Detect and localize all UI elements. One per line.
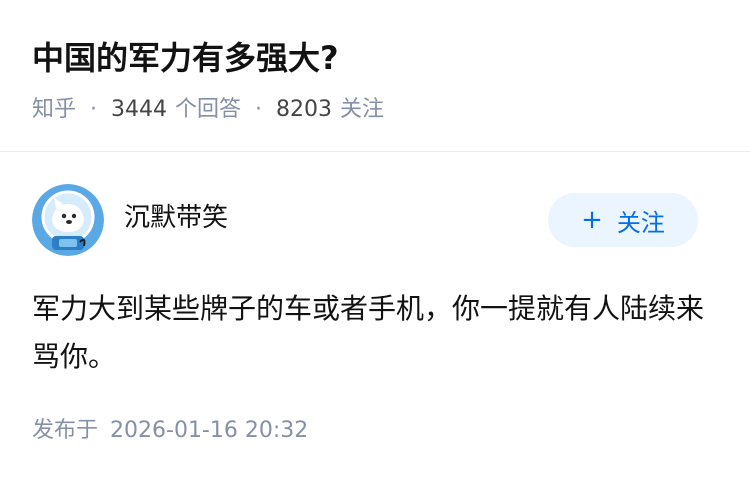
astronaut-avatar-icon xyxy=(32,184,104,256)
follower-count: 8203 xyxy=(276,97,333,122)
divider xyxy=(0,151,750,152)
follow-button[interactable]: + 关注 xyxy=(548,193,698,247)
question-title[interactable]: 中国的军力有多强大? xyxy=(32,36,339,80)
question-header: 中国的军力有多强大? 知乎 · 3444 个回答 · 8203 关注 xyxy=(0,0,750,152)
plus-icon: + xyxy=(581,205,603,235)
meta-separator: · xyxy=(255,97,263,122)
publish-info: 发布于 2026-01-16 20:32 xyxy=(32,415,308,447)
answer-count-label: 个回答 xyxy=(175,97,242,122)
follow-button-label: 关注 xyxy=(616,208,665,237)
publish-time: 2026-01-16 20:32 xyxy=(110,418,309,443)
question-meta: 知乎 · 3444 个回答 · 8203 关注 xyxy=(32,94,384,126)
meta-separator: · xyxy=(90,97,98,122)
avatar[interactable] xyxy=(32,184,104,256)
source-label[interactable]: 知乎 xyxy=(32,94,76,126)
publish-label: 发布于 xyxy=(32,418,99,443)
answer-count: 3444 xyxy=(111,97,168,122)
answer-content: 军力大到某些牌子的车或者手机，你一提就有人陆续来骂你。 xyxy=(32,292,705,373)
author-name[interactable]: 沉默带笑 xyxy=(124,200,228,236)
answer-page: 中国的军力有多强大? 知乎 · 3444 个回答 · 8203 关注 沉默带笑 xyxy=(0,0,750,482)
follower-count-label: 关注 xyxy=(340,97,385,122)
